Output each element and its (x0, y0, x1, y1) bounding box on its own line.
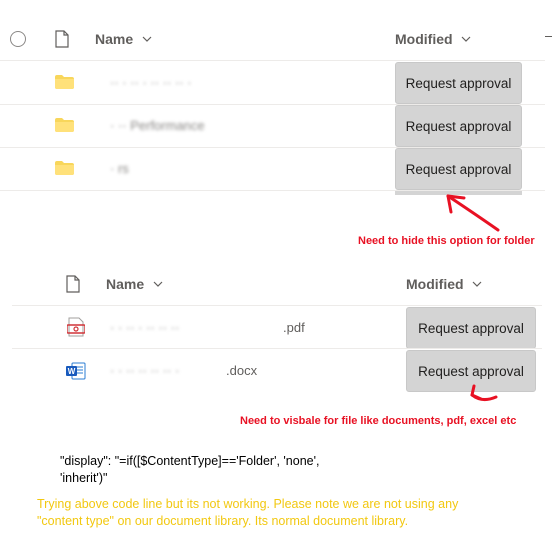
chevron-down-icon (153, 281, 163, 287)
modified-column-label: Modified (395, 31, 453, 47)
file-name-hidden: · · ·· · ·· ·· ·· (110, 320, 180, 335)
folder-name: · rs (110, 161, 129, 176)
request-approval-button[interactable]: Request approval (395, 62, 522, 104)
file-type-icon[interactable] (55, 30, 69, 48)
annotation-show-files: Need to visbale for file like documents,… (240, 415, 517, 427)
name-column-label: Name (95, 31, 134, 47)
folder-name: · ·· Performance (110, 118, 205, 133)
folder-icon (55, 75, 74, 89)
annotation-hide-folders: Need to hide this option for folder (358, 235, 535, 247)
folder-icon (55, 161, 74, 175)
chevron-down-icon (142, 36, 152, 42)
red-arrow-icon (446, 194, 500, 232)
row-divider (0, 60, 545, 61)
chevron-down-icon (461, 36, 471, 42)
question-note: Trying above code line but its not worki… (37, 497, 459, 528)
file-name-hidden: · · ·· ·· ·· ·· · (110, 363, 180, 378)
modified-column-header[interactable]: Modified (395, 31, 471, 49)
name-column-header[interactable]: Name (106, 276, 163, 294)
folder-name: ·· · ·· · ·· ·· ·· · (110, 75, 192, 90)
name-column-label: Name (106, 276, 145, 292)
row-divider (12, 348, 542, 349)
request-approval-button[interactable]: Request approval (395, 148, 522, 190)
pdf-icon (67, 317, 85, 337)
file-type-icon[interactable] (66, 275, 80, 293)
red-arrow-icon (470, 384, 498, 402)
select-all-checkbox[interactable] (10, 31, 26, 47)
code-snippet: "display": "=if([$ContentType]=='Folder'… (60, 453, 390, 487)
name-column-header[interactable]: Name (95, 31, 152, 49)
folder-icon (55, 118, 74, 132)
row-divider (12, 305, 542, 306)
svg-text:W: W (68, 367, 76, 376)
code-line-2: 'inherit')" (60, 471, 108, 485)
file-extension: .docx (226, 363, 258, 378)
file-extension: .pdf (283, 320, 305, 335)
chevron-down-icon (472, 281, 482, 287)
modified-column-label: Modified (406, 276, 464, 292)
code-line-1: "display": "=if([$ContentType]=='Folder'… (60, 454, 320, 468)
request-approval-button[interactable]: Request approval (395, 105, 522, 147)
modified-column-header[interactable]: Modified (406, 276, 482, 294)
request-approval-button[interactable]: Request approval (406, 307, 536, 349)
word-icon: W (66, 362, 86, 380)
column-divider (545, 36, 552, 37)
